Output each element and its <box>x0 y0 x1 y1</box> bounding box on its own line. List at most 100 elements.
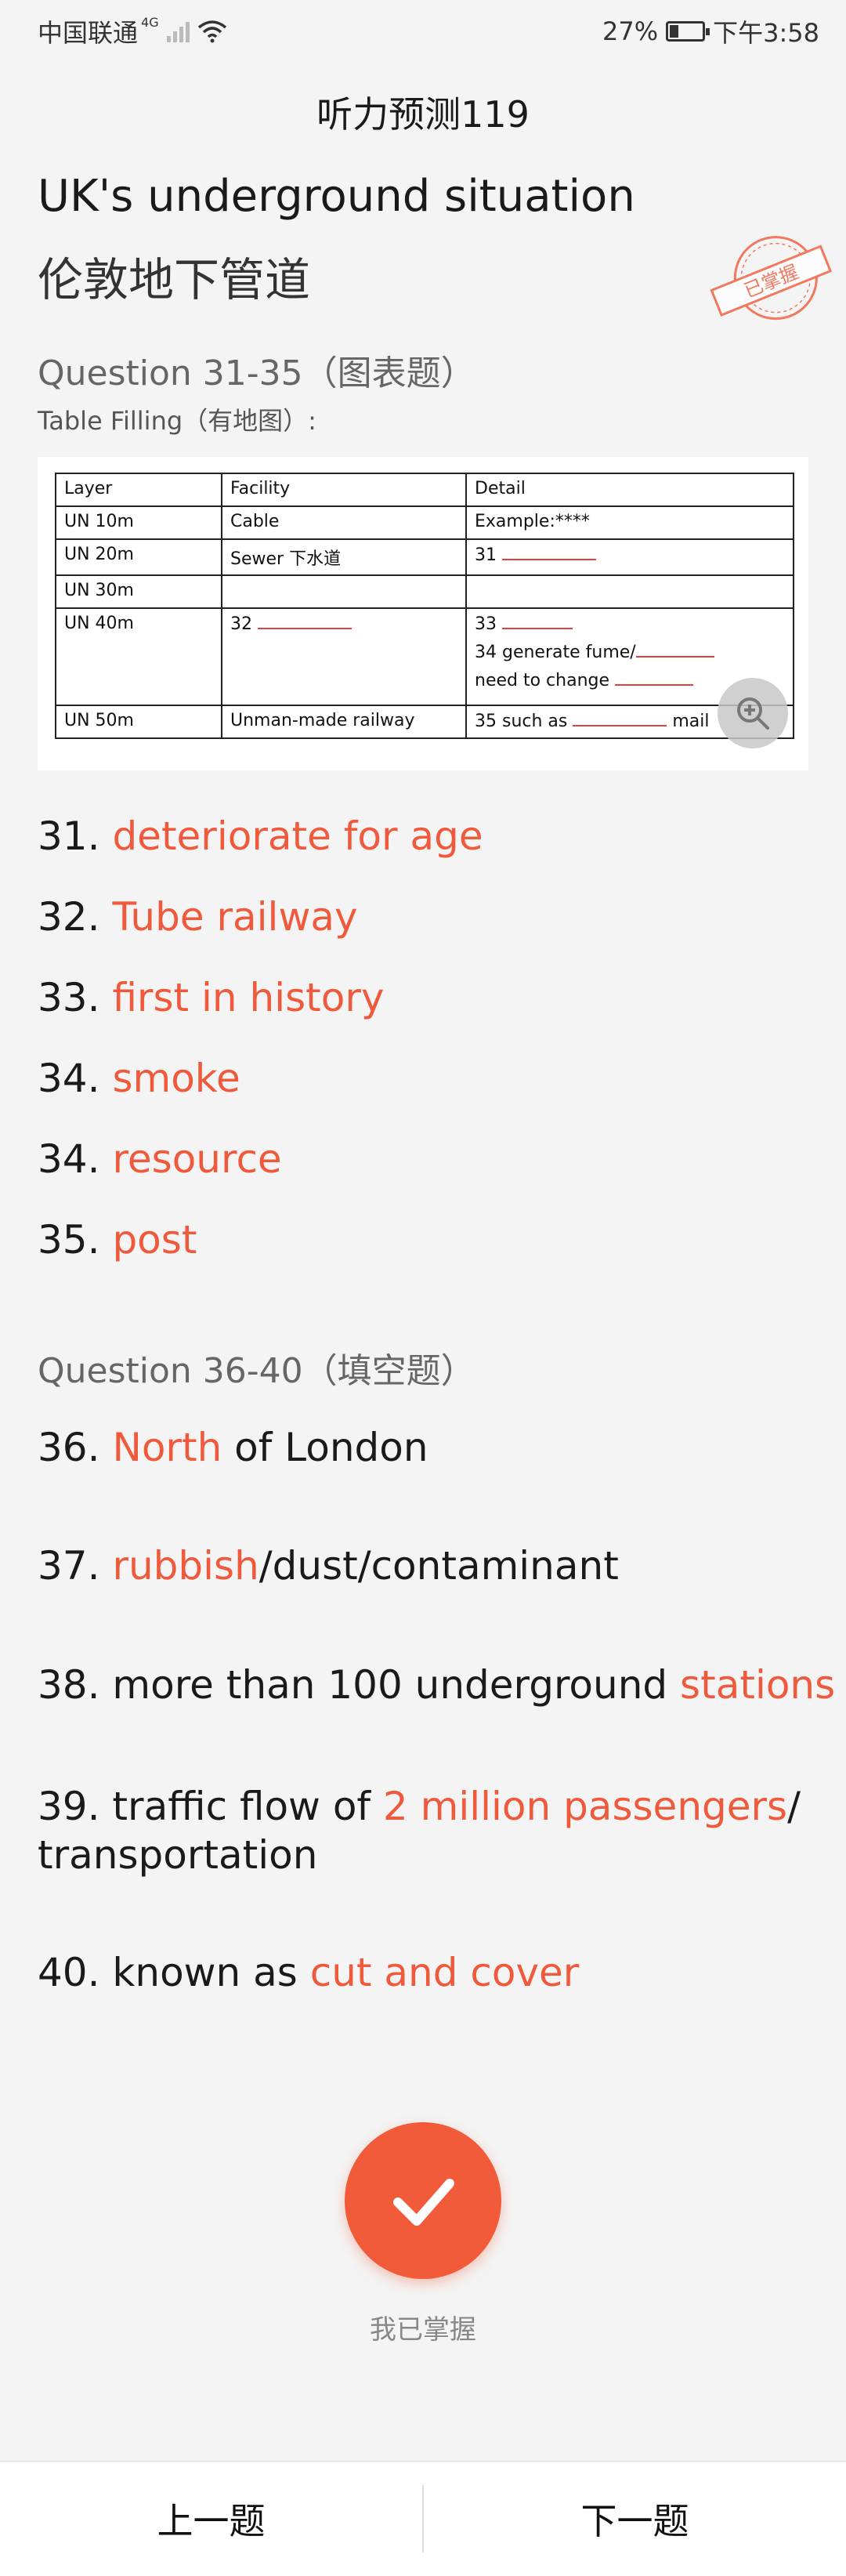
blank-line <box>502 614 573 629</box>
detail-line: 34 generate fume/ <box>475 642 785 662</box>
blank-label: 34 generate fume/ <box>475 643 636 662</box>
table-row: UN 40m 32 33 34 generate fume/ need to c… <box>55 607 794 706</box>
table-cell: UN 20m <box>55 538 222 576</box>
carrier-name: 中国联通 <box>38 18 139 48</box>
next-question-button[interactable]: 下一题 <box>424 2462 846 2576</box>
answer-number: 34. <box>38 1056 100 1101</box>
answer-32: 32. Tube railway <box>38 894 358 940</box>
blank-label: 32 <box>230 614 252 634</box>
answer-number: 39. <box>38 1784 100 1829</box>
wifi-icon <box>197 20 226 43</box>
battery-icon <box>666 21 710 42</box>
answer-highlight: 2 million passengers <box>382 1784 788 1829</box>
answer-highlight: North <box>112 1425 222 1470</box>
status-left: 中国联通 4G <box>38 13 227 49</box>
answer-number: 38. <box>38 1662 100 1708</box>
answer-highlight: rubbish <box>112 1543 259 1589</box>
battery-percent: 27% <box>602 16 659 46</box>
table-cell: Cable <box>221 505 467 540</box>
blank-line <box>635 642 714 658</box>
answer-number: 32. <box>38 894 100 940</box>
answer-39: 39. traffic flow of 2 million passengers… <box>38 1782 813 1879</box>
table-cell <box>465 574 794 609</box>
topic-title-en: UK's underground situation <box>38 171 635 222</box>
network-type: 4G <box>141 14 159 30</box>
checkmark-icon <box>393 2179 454 2226</box>
answer-34b: 34. resource <box>38 1136 282 1182</box>
table-cell: UN 10m <box>55 505 222 540</box>
question-table-image[interactable]: Layer Facility Detail UN 10m Cable Examp… <box>38 457 808 770</box>
blank-line <box>615 670 694 686</box>
section-subheading: Table Filling（有地图）: <box>38 406 316 436</box>
answer-33: 33. first in history <box>38 975 384 1020</box>
answer-38: 38. more than 100 underground stations <box>38 1662 835 1708</box>
battery-level <box>670 25 679 38</box>
answer-number: 35. <box>38 1217 100 1263</box>
table-cell: UN 40m <box>55 607 222 706</box>
blank-label: mail <box>672 712 710 731</box>
mastered-label: 我已掌握 <box>370 2314 476 2346</box>
blank-label: need to change <box>475 671 610 690</box>
table-row: UN 20m Sewer 下水道 31 <box>55 538 794 576</box>
blank-line <box>258 614 352 629</box>
status-bar: 中国联通 4G 27% 下午3:58 <box>0 0 846 58</box>
table-cell: 32 <box>221 607 467 706</box>
table-cell: Sewer 下水道 <box>221 538 467 576</box>
table-cell: UN 50m <box>55 705 222 739</box>
blank-line <box>573 711 667 726</box>
answer-rest: traffic flow of <box>99 1784 383 1829</box>
answer-rest: more than 100 underground <box>99 1662 681 1708</box>
table-cell: Unman-made railway <box>221 705 467 739</box>
section-heading-31-35: Question 31-35（图表题） <box>38 353 475 393</box>
table-cell: Example:**** <box>465 505 794 540</box>
table-cell: UN 30m <box>55 574 222 609</box>
answer-number: 31. <box>38 813 100 859</box>
detail-line: 33 <box>475 614 785 634</box>
section-heading-36-40: Question 36-40（填空题） <box>38 1351 475 1391</box>
blank-line <box>502 545 596 560</box>
answer-rest: known as <box>99 1950 310 1995</box>
mastered-button[interactable] <box>345 2122 501 2279</box>
answer-number: 40. <box>38 1950 100 1995</box>
answer-31: 31. deteriorate for age <box>38 813 483 859</box>
zoom-in-icon <box>737 697 769 730</box>
answer-37: 37. rubbish/dust/contaminant <box>38 1543 619 1589</box>
table-header: Detail <box>465 473 794 507</box>
answer-text: resource <box>112 1136 282 1182</box>
answer-rest: /dust/contaminant <box>258 1543 619 1589</box>
answer-34a: 34. smoke <box>38 1056 240 1101</box>
answer-35: 35. post <box>38 1217 197 1263</box>
table-header: Layer <box>55 473 222 507</box>
zoom-in-button[interactable] <box>718 678 788 748</box>
answer-rest: of London <box>222 1425 428 1470</box>
answer-text: first in history <box>112 975 385 1020</box>
status-right: 27% 下午3:58 <box>602 13 819 49</box>
page-title: 听力预测119 <box>316 93 530 136</box>
topic-title-cn: 伦敦地下管道 <box>38 253 311 306</box>
answer-text: post <box>112 1217 197 1263</box>
answer-number: 36. <box>38 1425 100 1470</box>
table-header-row: Layer Facility Detail <box>55 473 794 507</box>
answer-text: deteriorate for age <box>112 813 483 859</box>
prev-question-button[interactable]: 上一题 <box>0 2462 422 2576</box>
table-header: Facility <box>221 473 467 507</box>
question-table: Layer Facility Detail UN 10m Cable Examp… <box>55 473 794 739</box>
table-row: UN 50m Unman-made railway 35 such as mai… <box>55 705 794 739</box>
table-cell <box>221 574 467 609</box>
answer-number: 34. <box>38 1136 100 1182</box>
answer-highlight: stations <box>680 1662 836 1708</box>
table-row: UN 30m <box>55 574 794 609</box>
table-cell: 31 <box>465 538 794 576</box>
clock: 下午3:58 <box>713 18 819 48</box>
table-row: UN 10m Cable Example:**** <box>55 505 794 540</box>
blank-label: 31 <box>475 545 497 565</box>
mastered-stamp: 已掌握 <box>710 236 833 321</box>
blank-label: 33 <box>475 614 497 634</box>
signal-icon <box>166 20 190 42</box>
answer-text: Tube railway <box>112 894 358 940</box>
answer-text: smoke <box>112 1056 240 1101</box>
answer-number: 33. <box>38 975 100 1020</box>
answer-highlight: cut and cover <box>309 1950 580 1995</box>
answer-number: 37. <box>38 1543 100 1589</box>
answer-40: 40. known as cut and cover <box>38 1950 579 1995</box>
